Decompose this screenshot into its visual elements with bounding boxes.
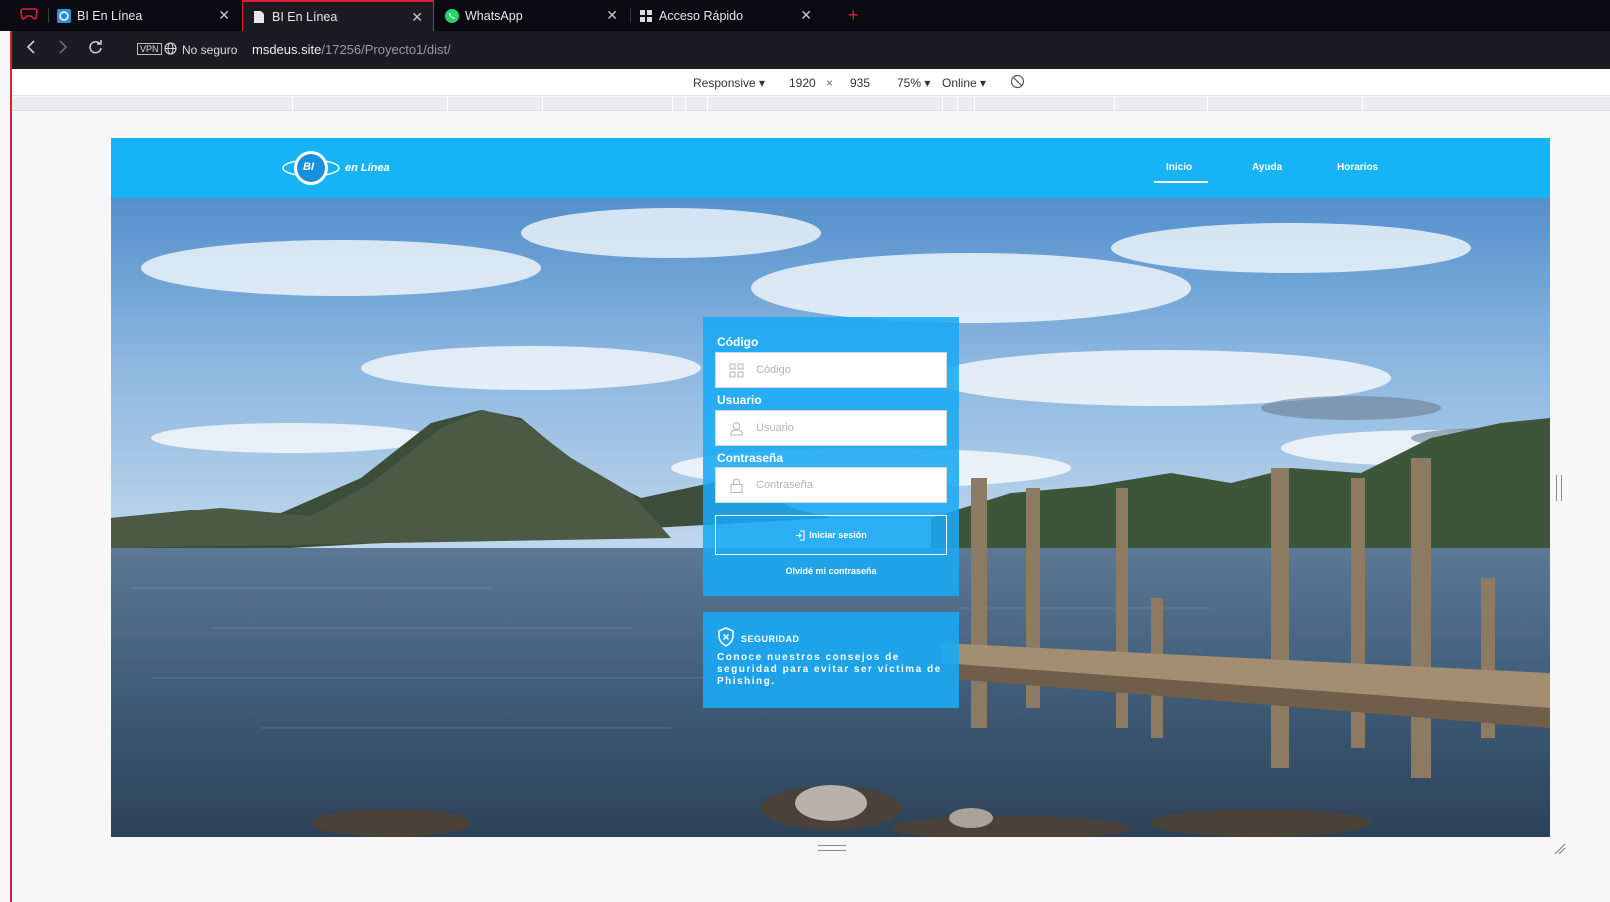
corner-resize-icon[interactable]	[1554, 842, 1566, 860]
tab-title: BI En Línea	[272, 9, 338, 24]
back-arrow-icon[interactable]	[26, 40, 36, 59]
dimension-separator: ×	[826, 76, 834, 90]
reload-icon[interactable]	[88, 40, 103, 60]
address-bar: VPN No seguro msdeus.site/17256/Proyecto…	[12, 31, 1610, 69]
security-text-phishing: Phishing	[717, 676, 772, 687]
url-field[interactable]: msdeus.site/17256/Proyecto1/dist/	[252, 42, 451, 57]
page-viewport: BI en Línea Inicio Ayuda Horarios Código…	[111, 138, 1550, 837]
tab-acceso-rapido[interactable]: Acceso Rápido ✕	[630, 0, 822, 31]
password-input[interactable]: Contraseña	[715, 467, 947, 503]
new-tab-plus-icon[interactable]: +	[848, 5, 859, 26]
login-button-label: Iniciar sesión	[809, 530, 867, 540]
user-icon	[728, 420, 744, 436]
password-placeholder: Contraseña	[756, 479, 813, 491]
tab-title: Acceso Rápido	[659, 8, 744, 23]
user-placeholder: Usuario	[756, 422, 794, 434]
media-query-ruler[interactable]	[12, 97, 1610, 111]
site-header: BI en Línea Inicio Ayuda Horarios	[111, 138, 1550, 198]
height-input[interactable]: 935	[850, 76, 870, 90]
login-button[interactable]: Iniciar sesión	[715, 515, 947, 555]
tab-whatsapp[interactable]: WhatsApp ✕	[436, 0, 628, 31]
nav-inicio[interactable]: Inicio	[1166, 162, 1192, 173]
nav-ayuda[interactable]: Ayuda	[1252, 162, 1282, 173]
network-select[interactable]: Online ▾	[942, 76, 986, 90]
close-tab-icon[interactable]: ✕	[800, 8, 812, 22]
password-label: Contraseña	[717, 451, 784, 465]
security-text-end: .	[771, 676, 776, 687]
tab-title: WhatsApp	[465, 8, 523, 23]
url-host: msdeus.site	[252, 42, 322, 57]
code-placeholder: Código	[756, 364, 791, 376]
bi-favicon-icon	[56, 8, 72, 24]
active-nav-indicator	[1154, 181, 1208, 183]
zoom-select[interactable]: 75% ▾	[897, 76, 930, 90]
logo-text: en Línea	[345, 162, 390, 174]
tab-bi-en-linea-1[interactable]: BI En Línea ✕	[48, 0, 240, 31]
code-label: Código	[717, 335, 759, 349]
bi-logo[interactable]: BI en Línea	[281, 146, 390, 190]
security-status[interactable]: No seguro	[182, 43, 237, 57]
horizontal-resize-handle[interactable]	[818, 845, 846, 851]
document-icon	[251, 9, 267, 25]
gamepad-icon[interactable]	[20, 7, 38, 26]
security-text-main: Conoce nuestros consejos de seguridad pa…	[717, 652, 942, 675]
whatsapp-icon	[444, 8, 460, 24]
grid-icon	[728, 362, 744, 378]
user-label: Usuario	[717, 393, 762, 407]
sign-in-icon	[796, 529, 805, 541]
vertical-resize-handle[interactable]	[1556, 475, 1562, 501]
globe-icon[interactable]	[164, 42, 177, 58]
responsive-label: Responsive	[693, 76, 756, 90]
close-tab-icon[interactable]: ✕	[218, 8, 230, 22]
login-form: Código Código Usuario Usuario Contraseña…	[703, 317, 959, 596]
vpn-badge[interactable]: VPN	[137, 43, 162, 55]
lock-icon	[728, 477, 744, 493]
responsive-select[interactable]: Responsive ▾	[693, 76, 765, 90]
tab-title: BI En Línea	[77, 8, 143, 23]
grid-icon	[638, 8, 654, 24]
security-text: Conoce nuestros consejos de seguridad pa…	[717, 652, 949, 688]
sidebar-accent-line	[10, 31, 12, 902]
shield-icon	[717, 627, 735, 652]
user-input[interactable]: Usuario	[715, 410, 947, 446]
device-toolbar: Responsive ▾ 1920 × 935 75% ▾ Online ▾	[12, 69, 1610, 96]
security-title: SEGURIDAD	[741, 634, 800, 644]
zoom-label: 75%	[897, 76, 922, 90]
nav-horarios[interactable]: Horarios	[1337, 162, 1378, 173]
forward-arrow-icon[interactable]	[58, 40, 68, 59]
close-tab-icon[interactable]: ✕	[411, 10, 423, 24]
network-label: Online	[942, 76, 977, 90]
security-card[interactable]: SEGURIDAD Conoce nuestros consejos de se…	[703, 612, 959, 708]
tab-bi-en-linea-2[interactable]: BI En Línea ✕	[242, 0, 434, 31]
rotate-icon[interactable]	[1010, 74, 1025, 92]
close-tab-icon[interactable]: ✕	[606, 8, 618, 22]
width-input[interactable]: 1920	[789, 76, 816, 90]
logo-badge-text: BI	[303, 161, 314, 173]
url-path: /17256/Proyecto1/dist/	[321, 42, 451, 57]
browser-tab-bar: BI En Línea ✕ BI En Línea ✕ WhatsApp ✕ A…	[0, 0, 1610, 31]
code-input[interactable]: Código	[715, 352, 947, 388]
forgot-password-link[interactable]: Olvidé mi contraseña	[703, 566, 959, 576]
